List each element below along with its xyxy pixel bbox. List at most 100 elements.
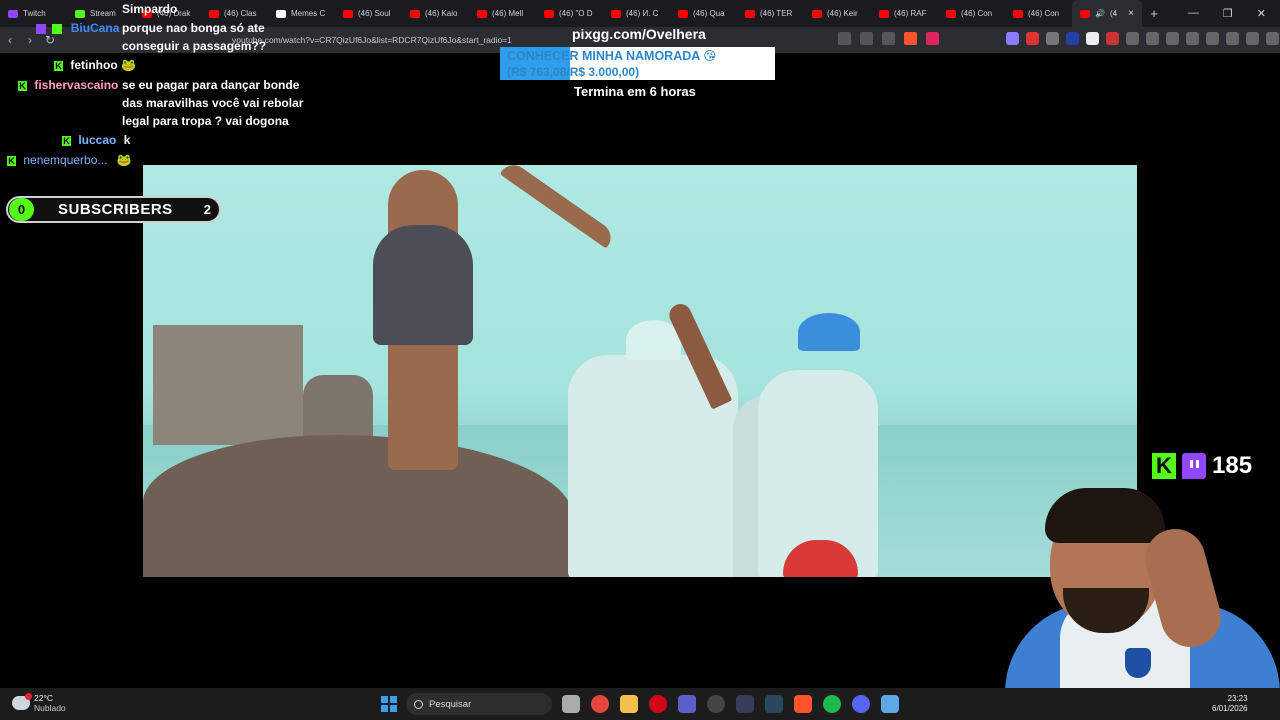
weather-widget[interactable]: 22°C Nublado <box>12 693 66 713</box>
extension-icon[interactable] <box>1006 32 1019 45</box>
webcam-feed <box>975 488 1280 720</box>
taskbar-apps <box>562 695 899 713</box>
steam-icon[interactable] <box>765 695 783 713</box>
chat-text: k <box>123 133 131 147</box>
tab-label: (46) "O D <box>559 9 593 18</box>
opera-icon[interactable] <box>649 695 667 713</box>
tab-label: (46) Clas <box>224 9 257 18</box>
search-placeholder: Pesquisar <box>429 698 472 710</box>
chrome-icon[interactable] <box>591 695 609 713</box>
vpn-icon[interactable] <box>1246 32 1259 45</box>
task-view-icon[interactable] <box>562 695 580 713</box>
share-icon[interactable] <box>860 32 873 45</box>
tab-favicon-icon <box>1013 9 1023 18</box>
tab-label: (4 <box>1109 9 1118 18</box>
viewer-counter: K 185 <box>1152 452 1252 480</box>
tab[interactable]: (46) Soul <box>335 0 402 27</box>
extension-icon[interactable] <box>1026 32 1039 45</box>
app-icon[interactable] <box>678 695 696 713</box>
goal-label: CONHECER MINHA NAMORADA 😘 <box>507 49 717 63</box>
system-clock[interactable]: 23:23 6/01/2026 <box>1212 694 1248 714</box>
chat-text: se eu pagar para dançar bonde das maravi… <box>122 78 304 128</box>
brave-icon[interactable] <box>794 695 812 713</box>
new-tab-button[interactable]: + <box>1142 6 1166 21</box>
windows-start-icon[interactable] <box>381 696 397 712</box>
tab[interactable]: (46) Keir <box>804 0 871 27</box>
bookmark-icon[interactable] <box>882 32 895 45</box>
chat-message: K luccao k <box>62 131 130 149</box>
tab-label: (46) Con <box>961 9 993 18</box>
tab-favicon-icon <box>209 9 219 18</box>
chat-message: Simpardo <box>122 0 177 18</box>
file-explorer-icon[interactable] <box>620 695 638 713</box>
leo-icon[interactable] <box>1226 32 1239 45</box>
tab-favicon-icon <box>812 9 822 18</box>
cast-icon[interactable] <box>838 32 851 45</box>
chat-username: BiuCana <box>70 21 120 35</box>
notepad-icon[interactable] <box>881 695 899 713</box>
clock-date: 6/01/2026 <box>1212 704 1248 713</box>
tab-label: (46) Keir <box>827 9 858 18</box>
goal-ends: Termina em 6 horas <box>574 84 696 99</box>
puzzle-icon[interactable] <box>1126 32 1139 45</box>
tab-label: Twitch <box>23 9 46 18</box>
tab-label: (46) RAF <box>894 9 927 18</box>
brave-shield-icon[interactable] <box>904 32 917 45</box>
sidebar-icon[interactable] <box>1186 32 1199 45</box>
tab-label: (46) TER <box>760 9 793 18</box>
tab-label: Stream <box>90 9 116 18</box>
wallet-icon[interactable] <box>1206 32 1219 45</box>
tab-favicon-icon <box>410 9 420 18</box>
brave-rewards-icon[interactable] <box>926 32 939 45</box>
kick-badge-icon: K <box>18 80 27 91</box>
video-ruin <box>153 325 303 445</box>
tab-active[interactable]: 🔊 (4 × <box>1072 0 1142 27</box>
viewer-count: 185 <box>1212 452 1253 479</box>
tab[interactable]: (46) Qua <box>670 0 737 27</box>
tab-label: (46) Soul <box>358 9 391 18</box>
discord-icon[interactable] <box>852 695 870 713</box>
extension-icon[interactable] <box>1066 32 1079 45</box>
chat-username: nenemquerbo... <box>23 153 108 167</box>
tab[interactable]: (46) "O D <box>536 0 603 27</box>
screenshot-icon[interactable] <box>1146 32 1159 45</box>
chat-username: fetinhoo <box>70 58 118 72</box>
tab[interactable]: (46) RAF <box>871 0 938 27</box>
webcam-hair <box>1045 488 1165 543</box>
taskbar-search[interactable]: Pesquisar <box>406 693 552 715</box>
obs-icon[interactable] <box>707 695 725 713</box>
chat-text: 🐸 <box>116 153 132 167</box>
back-icon[interactable]: ‹ <box>0 33 20 47</box>
chat-text: porque nao bonga só ate conseguir a pass… <box>122 21 267 53</box>
window-controls: — ❐ ✕ <box>1188 7 1280 20</box>
tab-favicon-icon <box>75 9 85 18</box>
subscribers-goal: 2 <box>203 202 211 217</box>
address-actions <box>838 32 939 45</box>
badge-icon <box>36 23 46 34</box>
extension-icon[interactable] <box>1046 32 1059 45</box>
minimize-button[interactable]: — <box>1188 7 1199 20</box>
kick-icon: K <box>1152 453 1176 479</box>
restore-button[interactable]: ❐ <box>1223 7 1233 20</box>
tab[interactable]: (46) И. С <box>603 0 670 27</box>
speaker-icon[interactable]: 🔊 <box>1095 9 1105 18</box>
tab[interactable]: (46) TER <box>737 0 804 27</box>
menu-icon[interactable] <box>1266 32 1279 45</box>
close-tab-icon[interactable]: × <box>1128 8 1134 19</box>
tab[interactable]: (46) Kaio <box>402 0 469 27</box>
tab[interactable]: (46) Con <box>1005 0 1072 27</box>
weather-desc: Nublado <box>34 703 66 713</box>
spotify-icon[interactable] <box>823 695 841 713</box>
extension-icon[interactable] <box>1086 32 1099 45</box>
tab[interactable]: (46) Mell <box>469 0 536 27</box>
twitch-icon <box>1182 453 1206 479</box>
tab[interactable]: (46) Con <box>938 0 1005 27</box>
close-window-button[interactable]: ✕ <box>1257 7 1266 20</box>
app-icon[interactable] <box>736 695 754 713</box>
crest-icon <box>1125 648 1151 678</box>
youtube-icon <box>1080 9 1090 18</box>
extension-icon[interactable] <box>1106 32 1119 45</box>
goal-amount: (R$ 763,08/R$ 3.000,00) <box>507 65 640 79</box>
tab-label: (46) Con <box>1028 9 1060 18</box>
media-icon[interactable] <box>1166 32 1179 45</box>
